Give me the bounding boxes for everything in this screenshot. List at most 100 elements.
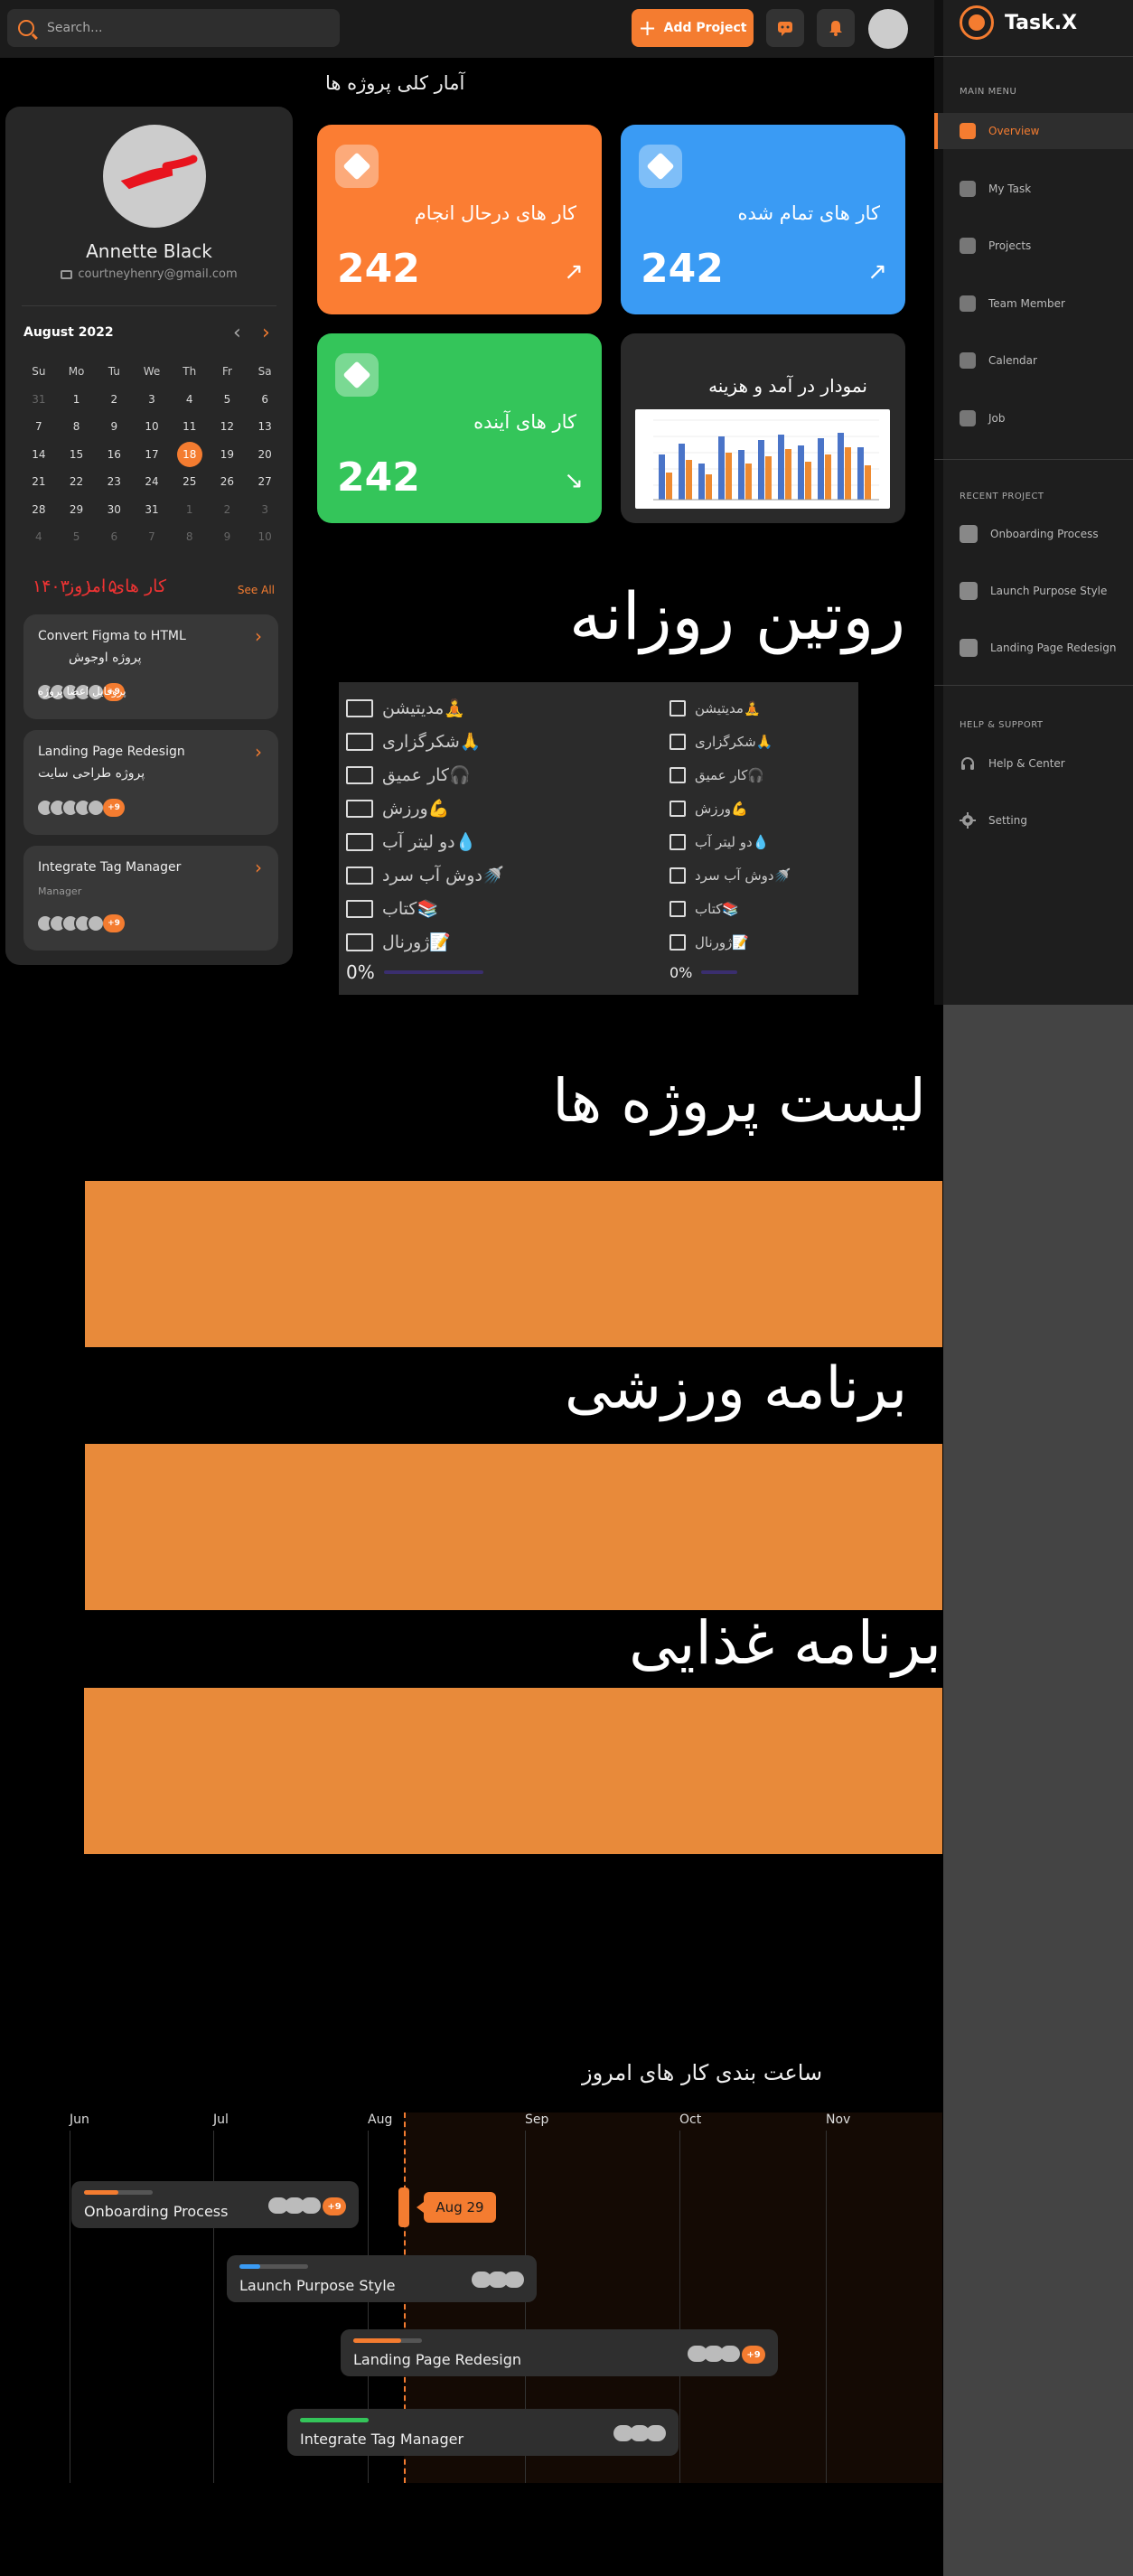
calendar-day[interactable]: 12 bbox=[209, 413, 247, 441]
routine-item[interactable]: کار عمیق🎧 bbox=[346, 758, 581, 792]
routine-item[interactable]: دوش آب سرد🚿 bbox=[670, 858, 904, 892]
routine-checkbox[interactable] bbox=[670, 933, 686, 951]
routine-item[interactable]: ورزش💪 bbox=[346, 792, 581, 825]
routine-item[interactable]: مدیتیشن🧘 bbox=[670, 691, 904, 725]
routine-item[interactable]: کتاب📚 bbox=[346, 892, 581, 925]
sidebar-item-team-member[interactable]: Team Member bbox=[934, 286, 1133, 322]
user-avatar[interactable] bbox=[868, 9, 908, 49]
stat-card-done[interactable]: کار های تمام شده 242 ↗ bbox=[621, 125, 905, 314]
calendar-day[interactable]: 30 bbox=[95, 496, 133, 524]
calendar-day[interactable]: 10 bbox=[246, 523, 284, 551]
routine-item[interactable]: دو لیتر آب💧 bbox=[670, 825, 904, 858]
message-button[interactable] bbox=[766, 9, 804, 47]
calendar-day[interactable]: 11 bbox=[171, 413, 209, 441]
sidebar-item-projects[interactable]: Projects bbox=[934, 228, 1133, 264]
routine-checkbox[interactable] bbox=[670, 866, 686, 884]
routine-item[interactable]: کار عمیق🎧 bbox=[670, 758, 904, 792]
timeline-bar-onboarding[interactable]: Onboarding Process +9 bbox=[71, 2181, 359, 2228]
calendar-day[interactable]: 8 bbox=[171, 523, 209, 551]
calendar-day[interactable]: 21 bbox=[20, 468, 58, 496]
calendar-day[interactable]: 3 bbox=[246, 496, 284, 524]
recent-project-onboarding[interactable]: Onboarding Process bbox=[934, 516, 1133, 552]
calendar-day[interactable]: 10 bbox=[133, 413, 171, 441]
sidebar-item-overview[interactable]: Overview bbox=[934, 113, 1133, 149]
calendar-day[interactable]: 25 bbox=[171, 468, 209, 496]
calendar-day[interactable]: 1 bbox=[58, 386, 96, 414]
task-card[interactable]: Integrate Tag Manager Manager › +9 bbox=[23, 846, 278, 951]
routine-item[interactable]: ژورنال📝 bbox=[670, 925, 904, 959]
routine-item[interactable]: مدیتیشن🧘 bbox=[346, 691, 581, 725]
sidebar-item-job[interactable]: Job bbox=[934, 400, 1133, 436]
routine-item[interactable]: دو لیتر آب💧 bbox=[346, 825, 581, 858]
calendar-next-button[interactable]: › bbox=[262, 322, 270, 344]
calendar-day[interactable]: 20 bbox=[246, 441, 284, 469]
routine-item[interactable]: دوش آب سرد🚿 bbox=[346, 858, 581, 892]
calendar-day[interactable]: 6 bbox=[246, 386, 284, 414]
stat-card-upcoming[interactable]: کار های آینده 242 ↘ bbox=[317, 333, 602, 523]
recent-project-landing[interactable]: Landing Page Redesign bbox=[934, 630, 1133, 666]
routine-item[interactable]: ژورنال📝 bbox=[346, 925, 581, 959]
routine-checkbox[interactable] bbox=[670, 699, 686, 717]
sidebar-item-calendar[interactable]: Calendar bbox=[934, 342, 1133, 379]
routine-item[interactable]: ورزش💪 bbox=[670, 792, 904, 825]
notification-button[interactable] bbox=[817, 9, 855, 47]
calendar-day[interactable]: 24 bbox=[133, 468, 171, 496]
calendar-day[interactable]: 7 bbox=[20, 413, 58, 441]
timeline-today-handle[interactable] bbox=[398, 2187, 409, 2227]
routine-checkbox[interactable] bbox=[346, 799, 373, 818]
calendar-day[interactable]: 23 bbox=[95, 468, 133, 496]
see-all-link[interactable]: See All bbox=[238, 584, 275, 596]
calendar-day[interactable]: 1 bbox=[171, 496, 209, 524]
calendar-day[interactable]: 14 bbox=[20, 441, 58, 469]
calendar-day[interactable]: 9 bbox=[209, 523, 247, 551]
calendar-prev-button[interactable]: ‹ bbox=[233, 322, 241, 344]
calendar-day[interactable]: 22 bbox=[58, 468, 96, 496]
sidebar-item-setting[interactable]: Setting bbox=[934, 802, 1133, 838]
recent-project-launch[interactable]: Launch Purpose Style bbox=[934, 573, 1133, 609]
timeline-bar-launch[interactable]: Launch Purpose Style bbox=[227, 2255, 537, 2302]
calendar-day[interactable]: 19 bbox=[209, 441, 247, 469]
calendar-day[interactable]: 28 bbox=[20, 496, 58, 524]
calendar-day-selected[interactable]: 18 bbox=[171, 441, 209, 469]
stat-card-in-progress[interactable]: کار های درحال انجام 242 ↗ bbox=[317, 125, 602, 314]
chevron-right-icon[interactable]: › bbox=[255, 741, 262, 763]
calendar-day[interactable]: 2 bbox=[209, 496, 247, 524]
calendar-day[interactable]: 7 bbox=[133, 523, 171, 551]
routine-checkbox[interactable] bbox=[346, 866, 373, 885]
task-card[interactable]: Convert Figma to HTML پروژه اوجوش › +9 پ… bbox=[23, 614, 278, 719]
chevron-right-icon[interactable]: › bbox=[255, 857, 262, 878]
calendar-day[interactable]: 4 bbox=[20, 523, 58, 551]
routine-checkbox[interactable] bbox=[346, 899, 373, 918]
calendar-day[interactable]: 29 bbox=[58, 496, 96, 524]
calendar-day[interactable]: 3 bbox=[133, 386, 171, 414]
routine-checkbox[interactable] bbox=[670, 766, 686, 783]
calendar-day[interactable]: 4 bbox=[171, 386, 209, 414]
timeline-bar-integrate[interactable]: Integrate Tag Manager bbox=[287, 2409, 679, 2456]
calendar-day[interactable]: 6 bbox=[95, 523, 133, 551]
routine-item[interactable]: شکرگزاری🙏 bbox=[670, 725, 904, 758]
search-input[interactable]: Search... bbox=[7, 9, 340, 47]
routine-checkbox[interactable] bbox=[346, 732, 373, 751]
calendar-day[interactable]: 5 bbox=[209, 386, 247, 414]
calendar-day[interactable]: 31 bbox=[20, 386, 58, 414]
routine-checkbox[interactable] bbox=[670, 800, 686, 817]
calendar-day[interactable]: 31 bbox=[133, 496, 171, 524]
calendar-day[interactable]: 9 bbox=[95, 413, 133, 441]
timeline-bar-landing[interactable]: Landing Page Redesign +9 bbox=[341, 2329, 778, 2376]
routine-checkbox[interactable] bbox=[346, 765, 373, 784]
routine-item[interactable]: کتاب📚 bbox=[670, 892, 904, 925]
calendar-day[interactable]: 26 bbox=[209, 468, 247, 496]
chevron-right-icon[interactable]: › bbox=[255, 625, 262, 647]
calendar-day[interactable]: 13 bbox=[246, 413, 284, 441]
routine-checkbox[interactable] bbox=[670, 733, 686, 750]
sidebar-item-my-task[interactable]: My Task bbox=[934, 171, 1133, 207]
routine-checkbox[interactable] bbox=[670, 833, 686, 850]
profile-avatar[interactable] bbox=[103, 125, 206, 228]
calendar-day[interactable]: 27 bbox=[246, 468, 284, 496]
routine-checkbox[interactable] bbox=[346, 932, 373, 951]
add-project-button[interactable]: + Add Project bbox=[632, 9, 754, 47]
routine-checkbox[interactable] bbox=[670, 900, 686, 917]
routine-checkbox[interactable] bbox=[346, 698, 373, 717]
calendar-day[interactable]: 16 bbox=[95, 441, 133, 469]
calendar-day[interactable]: 17 bbox=[133, 441, 171, 469]
